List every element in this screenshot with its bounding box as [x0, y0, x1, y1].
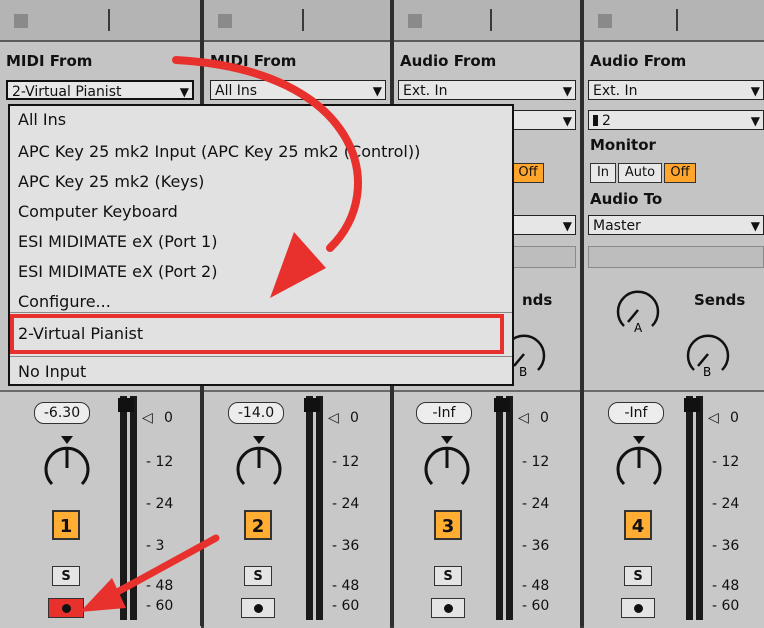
arrow-diagonal — [106, 534, 220, 600]
arrow-head-curve — [270, 232, 326, 298]
annotation-arrows — [80, 56, 362, 612]
arrow-head-diagonal — [80, 578, 126, 612]
arrow-curve — [172, 56, 362, 252]
